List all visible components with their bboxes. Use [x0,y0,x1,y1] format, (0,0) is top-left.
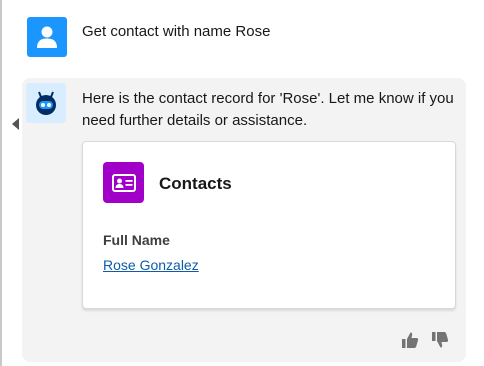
bot-icon [36,91,56,115]
chat-panel: Get contact with name Rose Here is the c… [0,0,484,366]
user-message-text: Get contact with name Rose [82,23,271,40]
thumbs-down-button[interactable] [430,330,450,350]
bot-avatar [26,83,66,123]
card-title: Contacts [159,174,232,193]
contact-record-card: Contacts Full Name Rose Gonzalez [82,141,456,309]
user-avatar [27,17,67,57]
thumbs-up-icon [402,332,419,348]
thumbs-up-button[interactable] [400,330,420,350]
thumbs-down-icon [432,332,449,348]
contact-name-link[interactable]: Rose Gonzalez [103,256,199,274]
full-name-label: Full Name [103,232,170,248]
bot-message-text: Here is the contact record for 'Rose'. L… [82,90,454,129]
user-icon [37,26,57,48]
caret-left-icon[interactable] [12,118,19,130]
divider [0,0,2,366]
contact-card-icon [103,162,144,203]
